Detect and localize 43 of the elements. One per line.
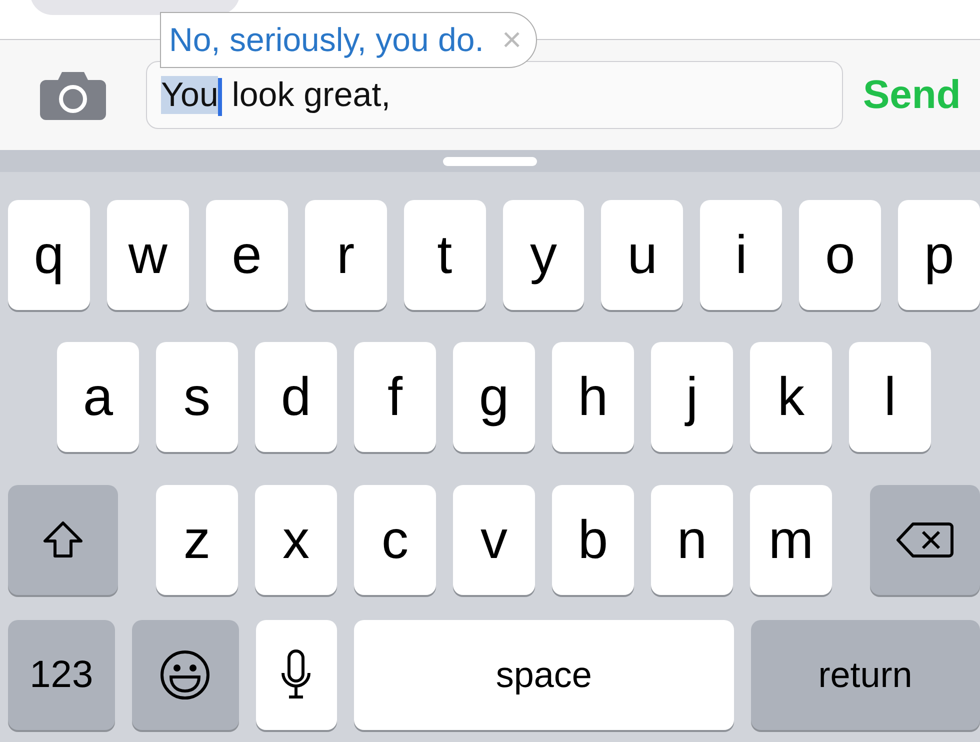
letter-key[interactable]: h	[552, 342, 634, 452]
letter-key[interactable]: f	[354, 342, 436, 452]
letter-key[interactable]: b	[552, 485, 634, 595]
letter-key[interactable]: o	[799, 200, 882, 310]
letter-key[interactable]: g	[453, 342, 535, 452]
letter-key[interactable]: d	[255, 342, 337, 452]
numbers-key[interactable]: 123	[8, 620, 115, 730]
letter-key[interactable]: k	[750, 342, 832, 452]
shift-icon	[41, 520, 85, 560]
backspace-icon	[895, 521, 955, 559]
dictation-key[interactable]	[256, 620, 338, 730]
return-key[interactable]: return	[750, 620, 980, 730]
emoji-key[interactable]	[132, 620, 239, 730]
letter-key[interactable]: j	[651, 342, 733, 452]
letter-key[interactable]: l	[849, 342, 931, 452]
letter-key[interactable]: z	[156, 485, 238, 595]
delete-key[interactable]	[870, 485, 980, 595]
letter-key[interactable]: w	[106, 200, 189, 310]
letter-key[interactable]: p	[898, 200, 980, 310]
suggestion-text: No, seriously, you do.	[169, 20, 484, 60]
letter-key[interactable]: r	[304, 200, 387, 310]
letter-key[interactable]: x	[255, 485, 337, 595]
emoji-icon	[159, 649, 212, 701]
letter-key[interactable]: n	[651, 485, 733, 595]
letter-key[interactable]: i	[700, 200, 782, 310]
message-field[interactable]: You look great,	[146, 61, 843, 129]
letter-key[interactable]: s	[156, 342, 238, 452]
shift-key[interactable]	[8, 485, 118, 595]
letter-key[interactable]: v	[453, 485, 535, 595]
letter-key[interactable]: a	[57, 342, 139, 452]
autocorrect-suggestion[interactable]: No, seriously, you do. ×	[160, 12, 537, 68]
microphone-icon	[280, 649, 312, 701]
letter-key[interactable]: e	[206, 200, 288, 310]
camera-icon[interactable]	[40, 70, 106, 120]
space-key[interactable]: space	[354, 620, 734, 730]
letter-key[interactable]: y	[502, 200, 584, 310]
letter-key[interactable]: m	[750, 485, 832, 595]
letter-key[interactable]: u	[601, 200, 684, 310]
letter-key[interactable]: t	[404, 200, 486, 310]
drag-handle[interactable]	[443, 156, 537, 166]
message-text: You look great,	[161, 70, 391, 120]
letter-key[interactable]: c	[354, 485, 436, 595]
letter-key[interactable]: q	[8, 200, 90, 310]
